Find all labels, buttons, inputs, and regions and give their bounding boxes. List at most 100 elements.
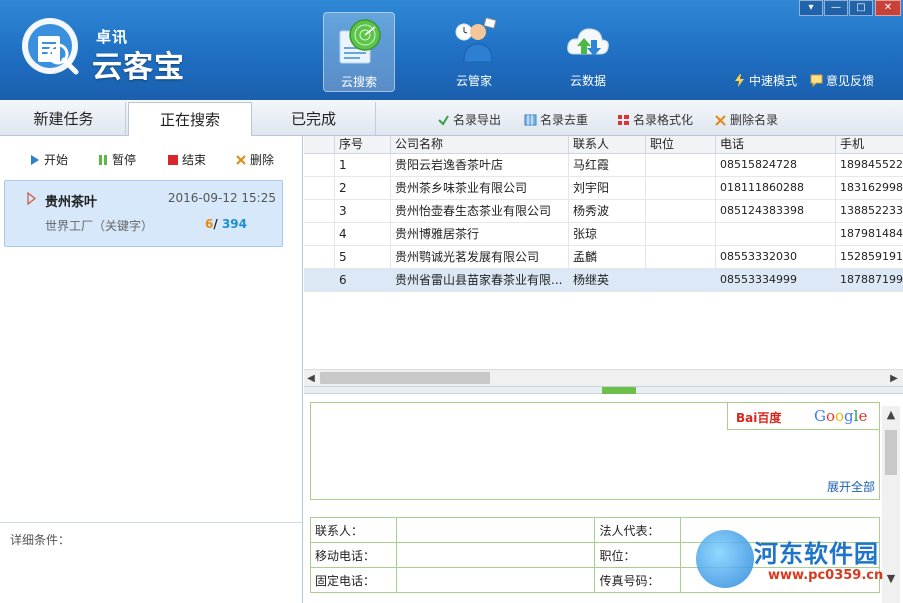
app-logo-icon (22, 18, 79, 75)
start-label: 开始 (44, 153, 69, 167)
results-grid[interactable]: 序号 公司名称 联系人 职位 电话 手机 1 贵阳云岩逸香茶叶店 马红霞 085158… (304, 136, 903, 372)
nav-label: 云搜索 (340, 75, 377, 89)
cell-mobile: 15285919188 (835, 246, 903, 268)
row-selector-cell[interactable] (304, 246, 334, 268)
horizontal-scrollbar[interactable]: ◀ ▶ (304, 369, 903, 386)
scroll-up-icon[interactable]: ▲ (882, 408, 900, 421)
scroll-left-icon[interactable]: ◀ (304, 370, 318, 387)
speed-mode-label: 中速模式 (749, 74, 798, 88)
table-row[interactable]: 2贵州茶乡味茶业有限公司刘宇阳 01811186028818316299888 (304, 177, 903, 200)
delete-task-button[interactable]: 删除 (236, 151, 274, 168)
table-row[interactable]: 5贵州鹗诚光茗发展有限公司孟麟 0855333203015285919188 (304, 246, 903, 269)
collapse-handle[interactable] (602, 387, 636, 394)
delete-icon (715, 114, 726, 126)
menu-dropdown-button[interactable]: ▾ (799, 0, 823, 16)
divider (0, 522, 303, 523)
watermark-title: 河东软件园 (754, 540, 879, 568)
nav-cloud-manager[interactable]: 云管家 (438, 12, 510, 92)
table-row[interactable]: 1贵阳云岩逸香茶叶店马红霞 0851582472818984552228 (304, 154, 903, 177)
cell-phone: 08553332030 (715, 246, 835, 268)
legal-rep-label: 法人代表： (594, 517, 682, 543)
search-box: Bai百度 Google 展开全部 (310, 402, 880, 500)
feedback-link[interactable]: 意见反馈 (810, 72, 874, 89)
mobile-label: 移动电话： (310, 542, 397, 568)
nav-cloud-data[interactable]: 云数据 (552, 12, 624, 92)
cell-title (645, 177, 715, 199)
row-selector-cell[interactable] (304, 154, 334, 176)
stop-icon (168, 154, 178, 165)
row-selector-cell[interactable] (304, 269, 334, 291)
tab-completed[interactable]: 已完成 (252, 102, 376, 136)
stop-button[interactable]: 结束 (168, 151, 206, 168)
maximize-button[interactable]: □ (849, 0, 873, 16)
radar-search-icon (339, 19, 381, 64)
watermark-url: www.pc0359.cn (768, 568, 884, 583)
cell-phone: 08553334999 (715, 269, 835, 291)
watermark-logo-icon (696, 530, 754, 588)
cell-no: 4 (334, 223, 390, 245)
delete-list-button[interactable]: 删除名录 (714, 111, 778, 128)
google-logo[interactable]: Google (814, 407, 867, 425)
speed-mode-link[interactable]: 中速模式 (733, 72, 797, 89)
table-row[interactable]: 3贵州怡壶春生态茶业有限公司杨秀波 08512438339813885223336 (304, 200, 903, 223)
close-button[interactable]: ✕ (875, 0, 901, 16)
cell-contact: 张琼 (568, 223, 645, 245)
cell-mobile: 18984552228 (835, 154, 903, 176)
tab-new-task[interactable]: 新建任务 (2, 102, 126, 136)
cell-title (645, 269, 715, 291)
format-list-button[interactable]: 名录格式化 (617, 111, 693, 128)
search-engines: Bai百度 Google (727, 403, 879, 430)
table-row[interactable]: 4贵州博雅居茶行张琼 18798148477 (304, 223, 903, 246)
col-header-title[interactable]: 职位 (645, 136, 715, 154)
row-selector-cell[interactable] (304, 200, 334, 222)
user-manager-icon (455, 17, 496, 63)
cell-contact: 孟麟 (568, 246, 645, 268)
cell-mobile: 13885223336 (835, 200, 903, 222)
pause-icon (99, 154, 107, 165)
cell-no: 6 (334, 269, 390, 291)
export-list-button[interactable]: 名录导出 (437, 111, 501, 128)
baidu-logo[interactable]: Bai百度 (736, 409, 781, 426)
minimize-button[interactable]: — (824, 0, 848, 16)
dedupe-list-button[interactable]: 名录去重 (524, 111, 588, 128)
export-icon (438, 114, 449, 126)
task-date: 2016-09-12 15:25 (167, 191, 276, 205)
table-row[interactable]: 6 贵州省雷山县苗家春茶业有限... 杨继英 08553334999 187887199… (304, 269, 903, 292)
feedback-label: 意见反馈 (826, 74, 875, 88)
cell-no: 3 (334, 200, 390, 222)
cell-mobile: 18316299888 (835, 177, 903, 199)
watermark: 河东软件园 www.pc0359.cn (696, 528, 896, 594)
progress-total: 394 (221, 217, 247, 231)
scroll-right-icon[interactable]: ▶ (887, 370, 901, 387)
speech-bubble-icon (810, 74, 823, 87)
row-selector-cell[interactable] (304, 177, 334, 199)
detail-conditions-label: 详细条件： (10, 533, 71, 547)
panel-splitter[interactable] (304, 386, 903, 394)
dedupe-label: 名录去重 (540, 113, 589, 127)
cell-company: 贵州怡壶春生态茶业有限公司 (390, 200, 568, 222)
start-button[interactable]: 开始 (30, 151, 68, 168)
tab-searching[interactable]: 正在搜索 (128, 102, 252, 137)
col-header-no[interactable]: 序号 (334, 136, 390, 154)
mobile-value (395, 542, 596, 568)
scroll-thumb[interactable] (885, 430, 897, 475)
task-progress: 6/ 394 (205, 217, 247, 231)
play-icon (31, 154, 39, 165)
nav-cloud-search[interactable]: 云搜索 (323, 12, 395, 92)
pause-button[interactable]: 暂停 (98, 151, 136, 168)
col-header-phone[interactable]: 电话 (715, 136, 835, 154)
cell-no: 1 (334, 154, 390, 176)
col-header-company[interactable]: 公司名称 (390, 136, 568, 154)
task-item[interactable]: 贵州茶叶 2016-09-12 15:25 世界工厂（关键字） 6/ 394 (4, 180, 283, 247)
cell-contact: 杨秀波 (568, 200, 645, 222)
title-bar: 卓讯 云客宝 云搜索 云管家 云数据 ▾ — □ ✕ 中速模式 意见反馈 (0, 0, 903, 100)
nav-label: 云数据 (569, 74, 606, 88)
cell-no: 5 (334, 246, 390, 268)
cell-title (645, 200, 715, 222)
col-header-contact[interactable]: 联系人 (568, 136, 645, 154)
expand-all-link[interactable]: 展开全部 (827, 478, 875, 495)
cell-company: 贵阳云岩逸香茶叶店 (390, 154, 568, 176)
scroll-thumb[interactable] (320, 372, 490, 384)
row-selector-cell[interactable] (304, 223, 334, 245)
col-header-mobile[interactable]: 手机 (835, 136, 903, 154)
